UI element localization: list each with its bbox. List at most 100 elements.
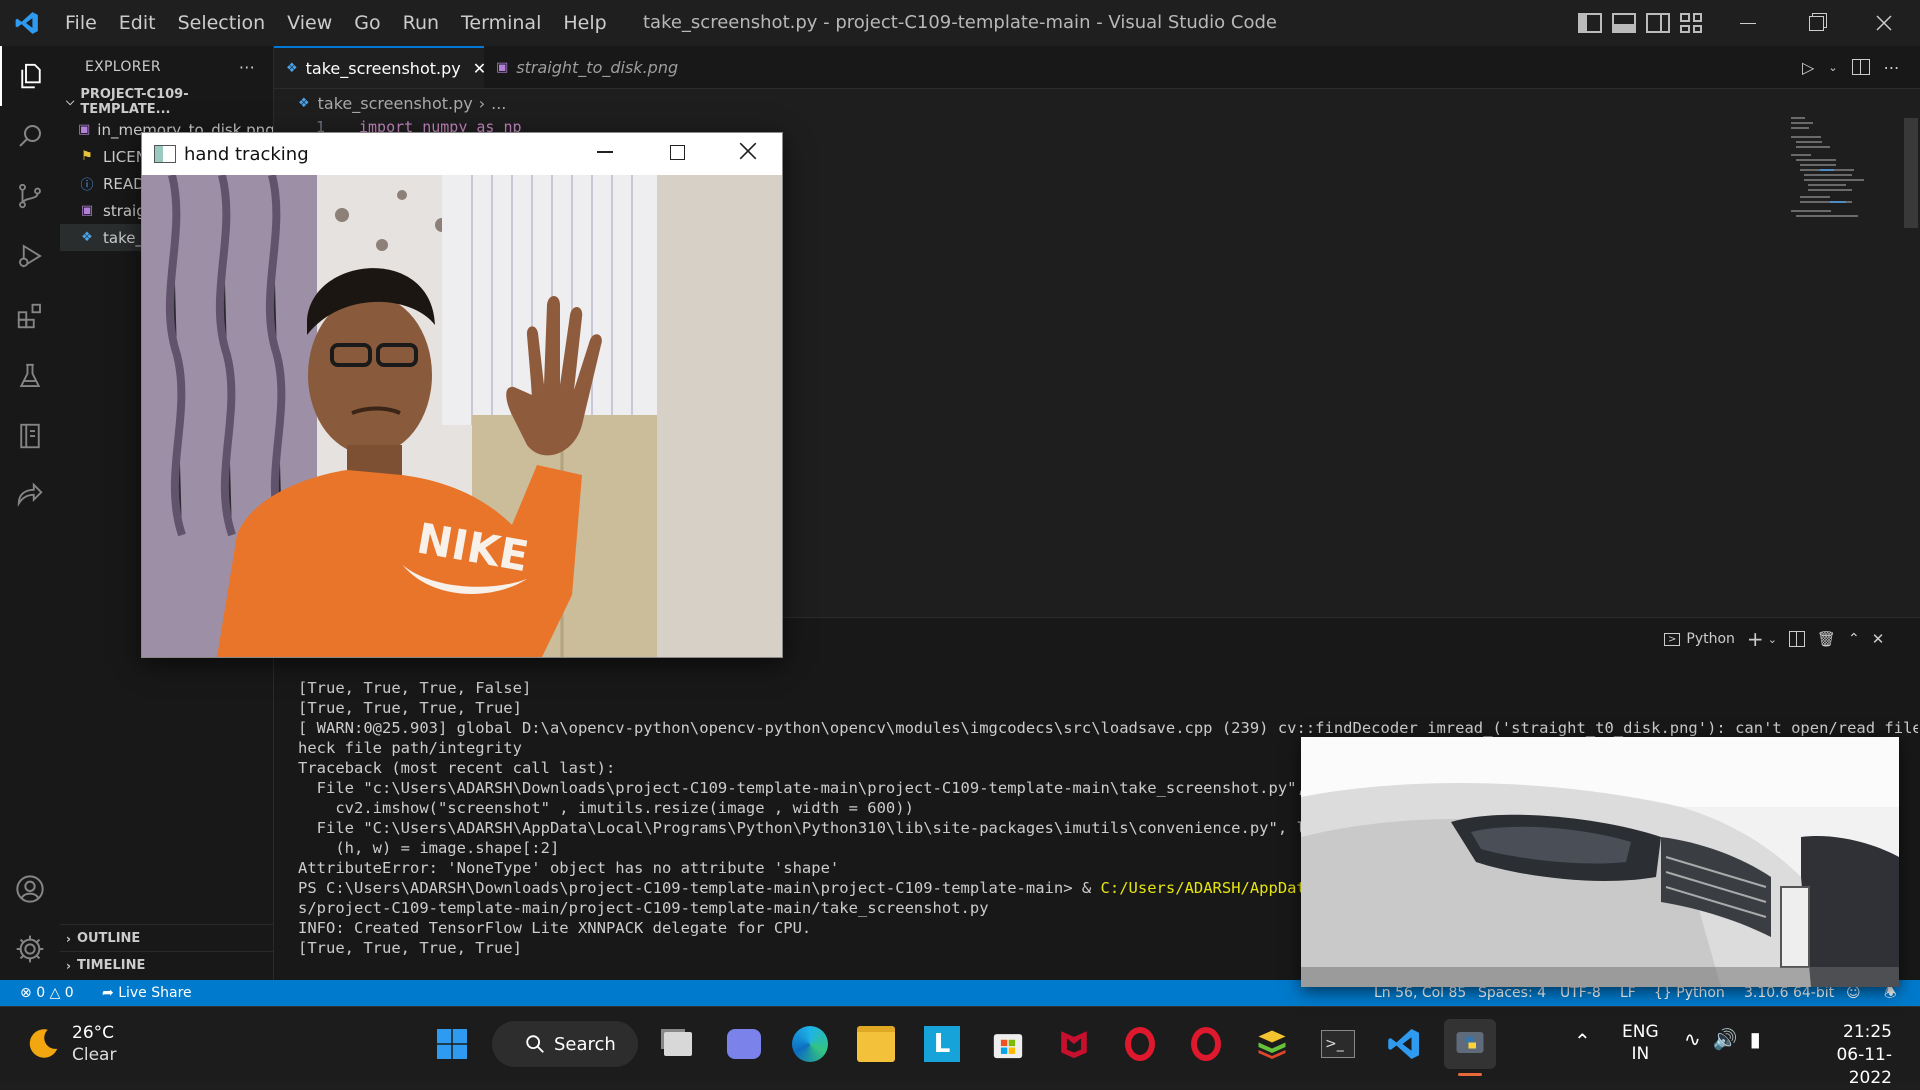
outline-section[interactable]: › OUTLINE: [60, 924, 273, 952]
taskbar-active-indicator: [1458, 1073, 1482, 1076]
minimize-button[interactable]: [1714, 0, 1782, 46]
menu-file[interactable]: File: [54, 0, 108, 46]
error-count: 0: [36, 985, 46, 1001]
clock-time: 21:25: [1843, 1022, 1892, 1042]
explorer-title: EXPLORER: [85, 59, 161, 75]
manage-gear-icon[interactable]: [0, 919, 60, 979]
new-terminal-icon[interactable]: +: [1747, 627, 1764, 651]
maximize-button[interactable]: [670, 145, 685, 160]
timeline-section[interactable]: › TIMELINE: [60, 951, 273, 979]
menu-run[interactable]: Run: [392, 0, 450, 46]
info-icon: ⓘ: [80, 178, 94, 193]
hand-tracking-title: hand tracking: [184, 143, 309, 165]
explorer-more-button[interactable]: ···: [239, 58, 255, 77]
hand-tracking-window[interactable]: hand tracking NIKE: [141, 132, 783, 658]
opera-icon[interactable]: [1114, 1019, 1166, 1069]
car-photo-overlay[interactable]: [1301, 737, 1899, 987]
customize-layout-icon[interactable]: [1680, 13, 1702, 33]
language-region: IN: [1631, 1044, 1650, 1064]
wifi-icon[interactable]: ∿: [1684, 1027, 1701, 1051]
python-icon: ❖: [286, 60, 298, 76]
task-view-icon[interactable]: [652, 1019, 704, 1069]
minimize-button[interactable]: [597, 151, 613, 153]
menu-terminal[interactable]: Terminal: [450, 0, 552, 46]
error-icon: ⊗: [20, 985, 32, 1001]
lens-app-icon[interactable]: L: [916, 1019, 968, 1069]
source-control-icon[interactable]: [0, 166, 60, 226]
edge-browser-icon[interactable]: [784, 1019, 836, 1069]
clock-date: 06-11-2022: [1836, 1045, 1892, 1088]
split-editor-icon[interactable]: [1851, 59, 1870, 75]
weather-widget[interactable]: 26°C Clear: [24, 1019, 116, 1069]
image-icon: ▣: [80, 203, 94, 218]
image-icon: ▣: [78, 122, 91, 137]
bluestacks-icon[interactable]: [1246, 1019, 1298, 1069]
terminal-line: [True, True, True, False]: [298, 679, 532, 697]
chevron-down-icon[interactable]: ⌄: [1828, 61, 1837, 74]
testing-icon[interactable]: [0, 346, 60, 406]
menu-edit[interactable]: Edit: [108, 0, 167, 46]
trash-icon[interactable]: 🗑: [1817, 630, 1836, 648]
breadcrumb-rest[interactable]: ...: [491, 94, 506, 113]
project-folder[interactable]: ⌵ PROJECT-C109-TEMPLATE...: [60, 87, 273, 117]
weather-condition: Clear: [72, 1045, 117, 1065]
teams-chat-icon[interactable]: [718, 1019, 770, 1069]
microsoft-store-icon[interactable]: [982, 1019, 1034, 1069]
split-terminal-icon[interactable]: [1788, 631, 1805, 647]
run-python-file-icon[interactable]: ▷: [1802, 58, 1814, 77]
more-actions-icon[interactable]: ⋯: [1884, 58, 1900, 77]
start-button[interactable]: [426, 1019, 478, 1069]
menu-help[interactable]: Help: [552, 0, 617, 46]
menu-selection[interactable]: Selection: [167, 0, 277, 46]
title-bar: File Edit Selection View Go Run Terminal…: [0, 0, 1920, 47]
close-button[interactable]: [738, 141, 758, 165]
python-taskbar-icon[interactable]: [1444, 1019, 1496, 1069]
terminal-shell-label[interactable]: Python: [1686, 631, 1735, 647]
live-share-label: Live Share: [118, 985, 192, 1001]
minimap[interactable]: [1786, 112, 1906, 252]
editor-tabs: ❖ take_screenshot.py ✕ ▣ straight_to_dis…: [274, 46, 1920, 89]
moon-icon: [29, 1029, 58, 1058]
terminal-line: [True, True, True, True]: [298, 699, 522, 717]
language-indicator[interactable]: ENG IN: [1622, 1021, 1659, 1065]
maximize-panel-icon[interactable]: ⌃: [1848, 631, 1860, 647]
weather-temp: 26°C: [72, 1023, 115, 1043]
file-name: READ: [103, 174, 145, 193]
notebook-icon[interactable]: [0, 406, 60, 466]
vscode-taskbar-icon[interactable]: [1378, 1019, 1430, 1069]
search-icon[interactable]: [0, 106, 60, 166]
chevron-right-icon: ›: [478, 93, 486, 113]
restore-button[interactable]: [1782, 0, 1850, 46]
run-debug-icon[interactable]: [0, 226, 60, 286]
live-share-status[interactable]: ➦ Live Share: [102, 980, 192, 1006]
live-share-icon[interactable]: [0, 466, 60, 526]
close-panel-icon[interactable]: ✕: [1872, 630, 1885, 648]
toggle-panel-icon[interactable]: [1612, 13, 1636, 33]
explorer-icon[interactable]: [0, 46, 60, 106]
problems-indicator[interactable]: ⊗ 0 △ 0: [20, 980, 74, 1006]
terminal-line: [ WARN:0@25.903] global D:\a\opencv-pyth…: [298, 719, 1918, 737]
tab-straight-to-disk[interactable]: ▣ straight_to_disk.png: [484, 46, 694, 88]
chevron-up-icon[interactable]: ⌃: [1574, 1029, 1591, 1053]
mcafee-icon[interactable]: [1048, 1019, 1100, 1069]
volume-icon[interactable]: 🔊: [1713, 1027, 1738, 1051]
file-explorer-icon[interactable]: [850, 1019, 902, 1069]
extensions-icon[interactable]: [0, 286, 60, 346]
tab-take-screenshot[interactable]: ❖ take_screenshot.py ✕: [274, 46, 486, 88]
terminal-app-icon[interactable]: >_: [1312, 1019, 1364, 1069]
accounts-icon[interactable]: [0, 859, 60, 919]
breadcrumb-file[interactable]: take_screenshot.py: [318, 94, 473, 113]
toggle-secondary-sidebar-icon[interactable]: [1646, 13, 1670, 33]
toggle-primary-sidebar-icon[interactable]: [1578, 13, 1602, 33]
close-button[interactable]: [1850, 0, 1918, 46]
taskbar-search[interactable]: Search: [492, 1021, 638, 1067]
menu-go[interactable]: Go: [343, 0, 391, 46]
editor-scrollbar[interactable]: [1904, 118, 1918, 228]
chevron-down-icon[interactable]: ⌄: [1768, 633, 1777, 646]
menu-view[interactable]: View: [276, 0, 343, 46]
hand-tracking-titlebar[interactable]: hand tracking: [142, 133, 782, 175]
prompt-path: PS C:\Users\ADARSH\Downloads\project-C10…: [298, 879, 1101, 897]
opera-gx-icon[interactable]: [1180, 1019, 1232, 1069]
language-label: Python: [1676, 985, 1725, 1001]
battery-icon[interactable]: ▮: [1750, 1027, 1761, 1051]
